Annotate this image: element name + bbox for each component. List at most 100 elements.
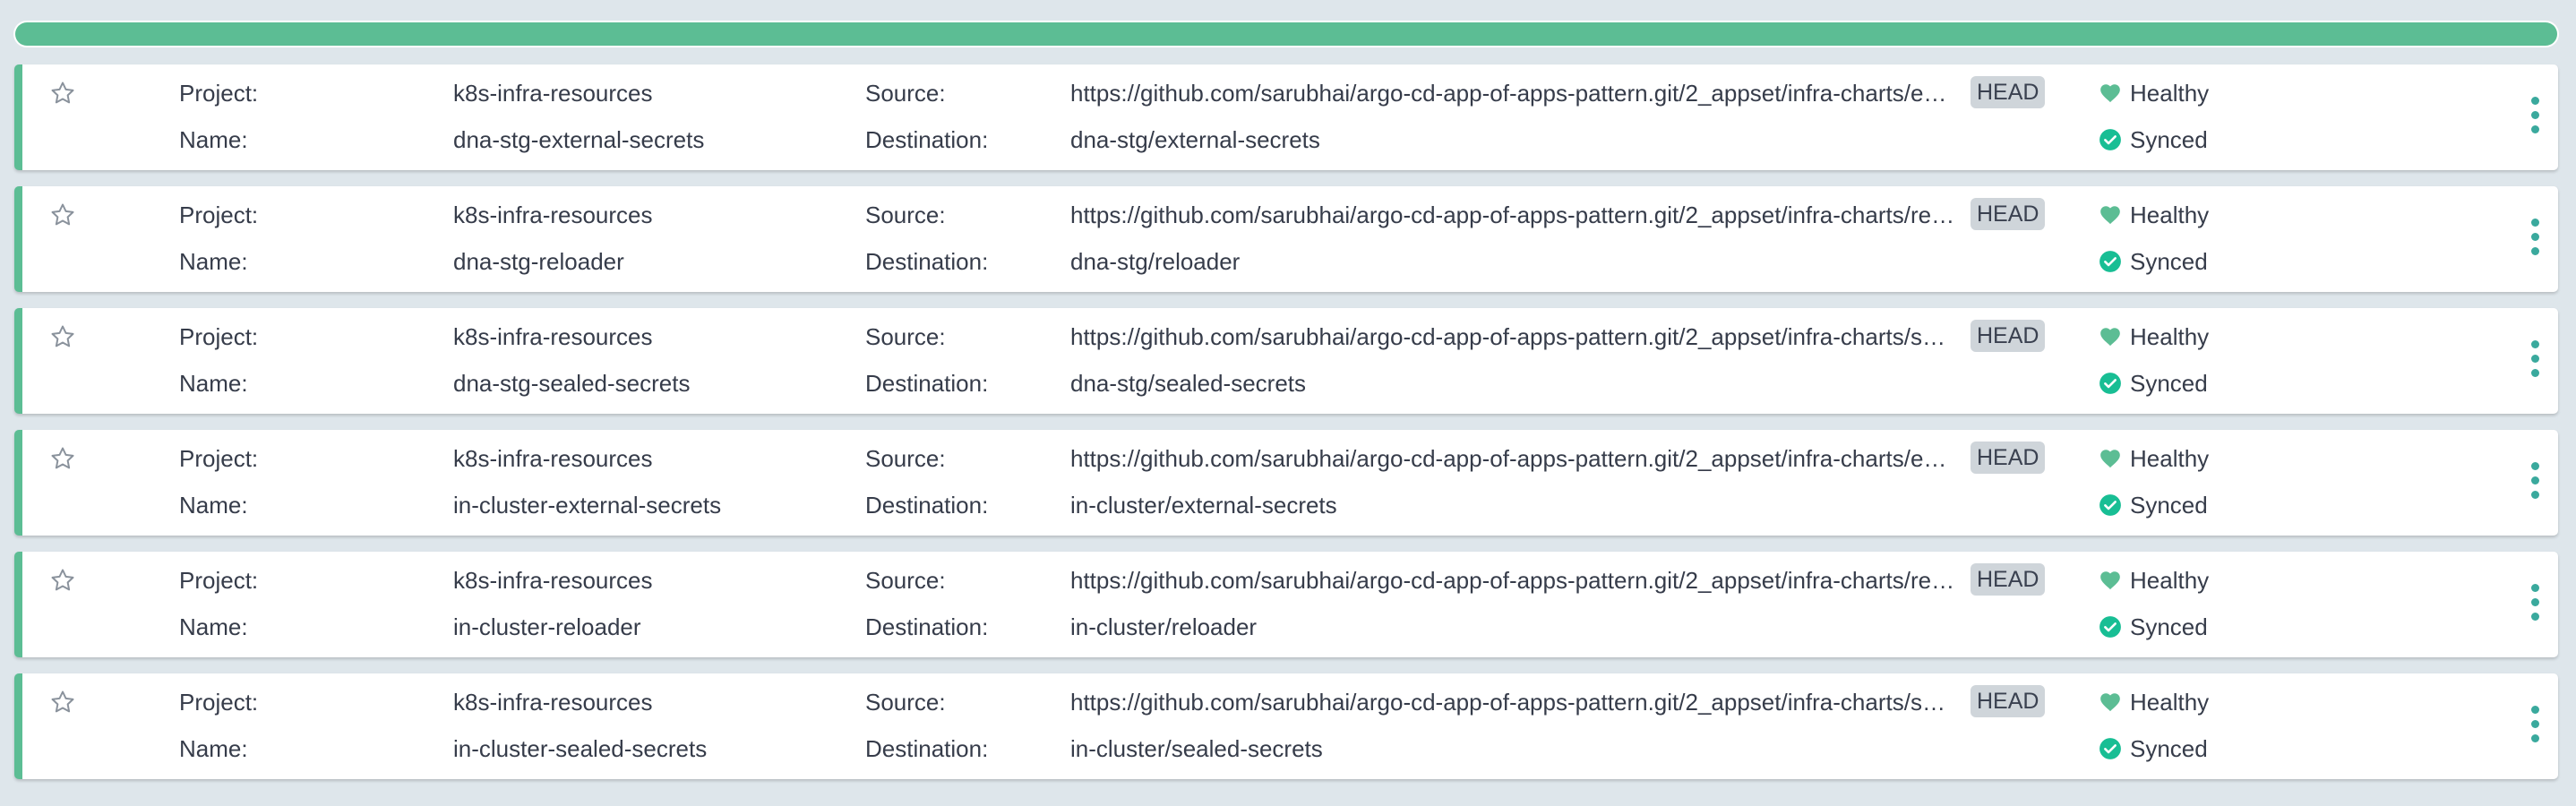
name-label: Name: [179,735,248,762]
vertical-ellipsis-icon[interactable] [2529,462,2541,503]
source-label: Source: [865,445,946,472]
health-status: Healthy [2099,567,2209,594]
heart-icon [2100,571,2120,590]
heart-icon [2100,450,2120,468]
source-label: Source: [865,689,946,716]
check-circle-icon [2099,616,2121,638]
destination-label: Destination: [865,492,989,519]
destination-label: Destination: [865,613,989,640]
health-status-text: Healthy [2130,567,2210,594]
source-url[interactable]: https://github.com/sarubhai/argo-cd-app-… [1070,202,1991,228]
sync-status: Synced [2099,613,2208,640]
check-circle-icon [2099,251,2121,272]
vertical-ellipsis-icon[interactable] [2529,340,2541,382]
sync-status-text: Synced [2130,735,2208,762]
check-circle-icon [2099,494,2121,516]
project-label: Project: [179,202,259,228]
health-status-text: Healthy [2130,323,2210,350]
heart-icon [2100,328,2120,347]
source-label: Source: [865,567,946,594]
project-label: Project: [179,689,259,716]
health-status: Healthy [2099,323,2209,350]
vertical-ellipsis-icon[interactable] [2529,97,2541,138]
app-name: in-cluster-sealed-secrets [453,735,708,762]
check-circle-icon [2099,129,2121,150]
project-value: k8s-infra-resources [453,323,653,350]
application-row[interactable]: Project: k8s-infra-resources Name: in-cl… [14,430,2558,536]
project-value: k8s-infra-resources [453,689,653,716]
revision-badge: HEAD [1971,198,2046,230]
heart-icon [2100,206,2120,225]
name-label: Name: [179,370,248,397]
name-label: Name: [179,126,248,153]
health-status-bar [15,22,2557,46]
vertical-ellipsis-icon[interactable] [2529,706,2541,747]
project-value: k8s-infra-resources [453,445,653,472]
vertical-ellipsis-icon[interactable] [2529,584,2541,625]
star-outline-icon[interactable] [49,445,76,472]
health-status-text: Healthy [2130,80,2210,107]
destination-label: Destination: [865,370,989,397]
app-name: dna-stg-sealed-secrets [453,370,691,397]
project-value: k8s-infra-resources [453,80,653,107]
check-circle-icon [2099,373,2121,394]
name-label: Name: [179,613,248,640]
destination-value: in-cluster/reloader [1070,613,1258,640]
application-row[interactable]: Project: k8s-infra-resources Name: dna-s… [14,186,2558,292]
vertical-ellipsis-icon[interactable] [2529,219,2541,260]
heart-icon [2100,693,2120,712]
destination-value: dna-stg/reloader [1070,248,1241,275]
source-label: Source: [865,80,946,107]
destination-value: dna-stg/sealed-secrets [1070,370,1307,397]
source-label: Source: [865,323,946,350]
source-url[interactable]: https://github.com/sarubhai/argo-cd-app-… [1070,323,1991,350]
health-status: Healthy [2099,80,2209,107]
revision-badge: HEAD [1971,685,2046,717]
app-name: dna-stg-reloader [453,248,624,275]
sync-status: Synced [2099,370,2208,397]
revision-badge: HEAD [1971,76,2046,108]
app-name: dna-stg-external-secrets [453,126,705,153]
health-status-text: Healthy [2130,202,2210,228]
source-label: Source: [865,202,946,228]
revision-badge: HEAD [1971,442,2046,474]
project-value: k8s-infra-resources [453,567,653,594]
star-outline-icon[interactable] [49,202,76,228]
health-status: Healthy [2099,689,2209,716]
check-circle-icon [2099,738,2121,759]
star-outline-icon[interactable] [49,689,76,716]
name-label: Name: [179,248,248,275]
application-row[interactable]: Project: k8s-infra-resources Name: dna-s… [14,308,2558,414]
sync-status-text: Synced [2130,370,2208,397]
star-outline-icon[interactable] [49,323,76,350]
destination-label: Destination: [865,735,989,762]
applications-list-page: Project: k8s-infra-resources Name: dna-s… [0,0,2576,806]
source-url[interactable]: https://github.com/sarubhai/argo-cd-app-… [1070,567,1991,594]
sync-status-text: Synced [2130,126,2208,153]
destination-label: Destination: [865,126,989,153]
sync-status-text: Synced [2130,613,2208,640]
destination-value: dna-stg/external-secrets [1070,126,1320,153]
source-url[interactable]: https://github.com/sarubhai/argo-cd-app-… [1070,80,1991,107]
star-outline-icon[interactable] [49,80,76,107]
sync-status: Synced [2099,248,2208,275]
project-label: Project: [179,80,259,107]
source-url[interactable]: https://github.com/sarubhai/argo-cd-app-… [1070,445,1991,472]
sync-status: Synced [2099,492,2208,519]
destination-value: in-cluster/external-secrets [1070,492,1337,519]
app-name: in-cluster-external-secrets [453,492,722,519]
application-row[interactable]: Project: k8s-infra-resources Name: dna-s… [14,64,2558,170]
name-label: Name: [179,492,248,519]
star-outline-icon[interactable] [49,567,76,594]
project-value: k8s-infra-resources [453,202,653,228]
application-row[interactable]: Project: k8s-infra-resources Name: in-cl… [14,673,2558,779]
revision-badge: HEAD [1971,320,2046,352]
heart-icon [2100,84,2120,103]
health-status-text: Healthy [2130,689,2210,716]
source-url[interactable]: https://github.com/sarubhai/argo-cd-app-… [1070,689,1991,716]
project-label: Project: [179,445,259,472]
project-label: Project: [179,323,259,350]
project-label: Project: [179,567,259,594]
revision-badge: HEAD [1971,563,2046,596]
application-row[interactable]: Project: k8s-infra-resources Name: in-cl… [14,552,2558,657]
